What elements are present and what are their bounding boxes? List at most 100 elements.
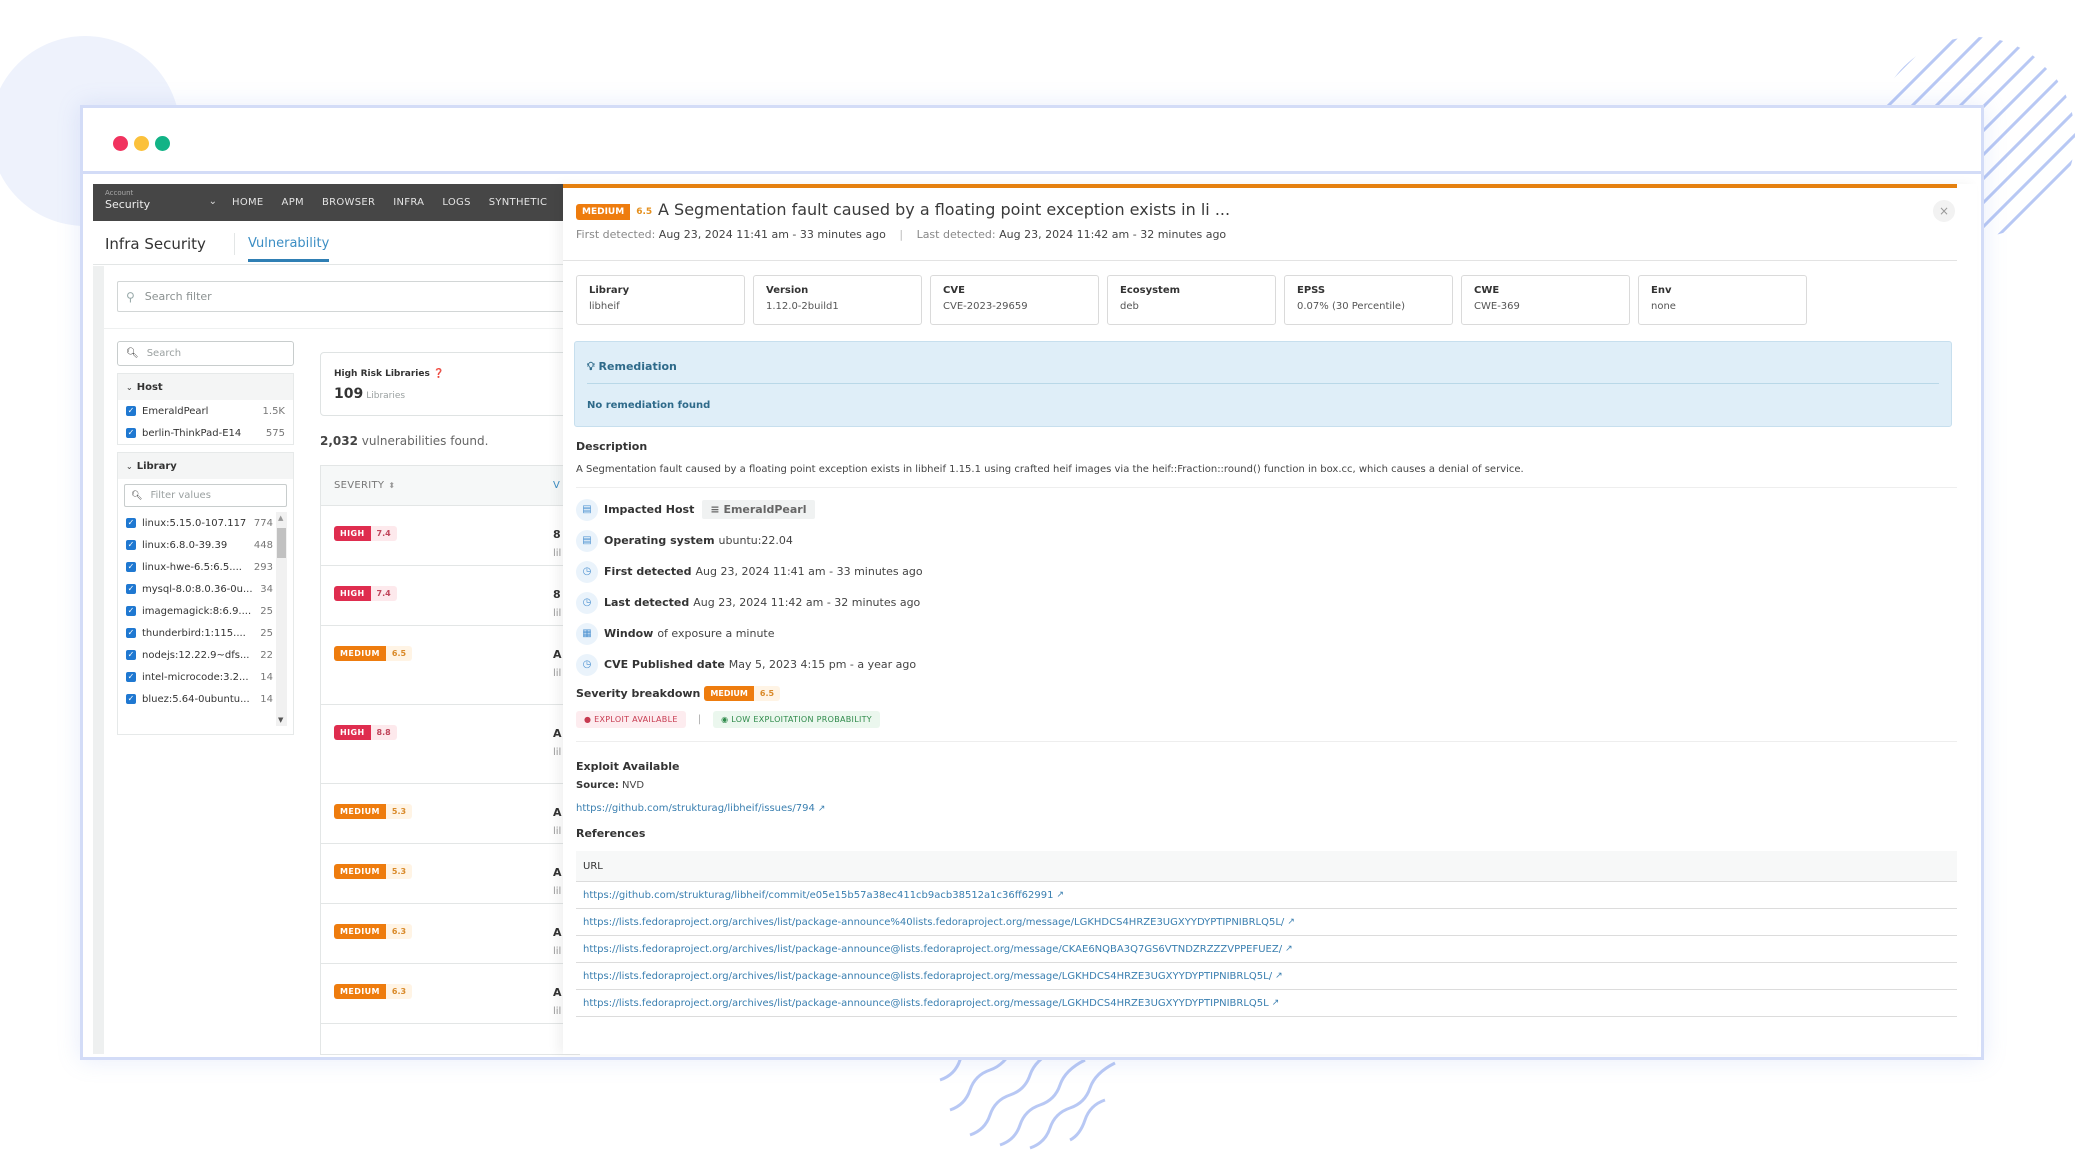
facet-item[interactable]: ✓ linux-hwe-6.5:6.5.... 293 bbox=[118, 556, 293, 578]
facet-item[interactable]: ✓ intel-microcode:3.2... 14 bbox=[118, 666, 293, 688]
severity-score: 6.5 bbox=[636, 207, 653, 217]
divider bbox=[587, 383, 1939, 384]
host-name[interactable]: EmeraldPearl bbox=[723, 503, 806, 516]
facet-group-host-toggle[interactable]: ⌄ Host bbox=[118, 374, 293, 400]
nav-synthetic[interactable]: SYNTHETIC bbox=[480, 197, 557, 208]
severity-badge: MEDIUM 6.5 bbox=[576, 204, 658, 220]
facet-item-name: imagemagick:8:6.9.... bbox=[142, 605, 252, 617]
table-row[interactable]: MEDIUM 6.3 Alil bbox=[321, 964, 579, 1024]
checkbox-checked[interactable]: ✓ bbox=[126, 650, 136, 660]
nav-infra[interactable]: INFRA bbox=[384, 197, 433, 208]
table-row[interactable]: MEDIUM 5.3 Alil bbox=[321, 784, 579, 844]
facet-item[interactable]: ✓ bluez:5.64-0ubuntu... 14 bbox=[118, 688, 293, 710]
browser-window: Account Security ⌄ HOME APM BROWSER INFR… bbox=[80, 105, 1984, 1060]
nav-home[interactable]: HOME bbox=[223, 197, 273, 208]
minimize-window-dot[interactable] bbox=[134, 136, 149, 151]
attribute-value: none bbox=[1651, 301, 1676, 312]
facet-item[interactable]: ✓ imagemagick:8:6.9.... 25 bbox=[118, 600, 293, 622]
checkbox-checked[interactable]: ✓ bbox=[126, 562, 136, 572]
checkbox-checked[interactable]: ✓ bbox=[126, 672, 136, 682]
severity-label: MEDIUM bbox=[334, 984, 386, 999]
facet-item[interactable]: ✓ mysql-8.0:8.0.36-0u... 34 bbox=[118, 578, 293, 600]
facet-item-count: 14 bbox=[260, 693, 273, 705]
attribute-value: 0.07% (30 Percentile) bbox=[1297, 301, 1405, 312]
exploit-link[interactable]: https://github.com/strukturag/libheif/is… bbox=[576, 803, 825, 814]
vulnerability-metadata: ▤ Impacted Host ≡ EmeraldPearl ▤ Operating s… bbox=[576, 494, 923, 680]
external-link-icon: ↗ bbox=[1275, 971, 1283, 981]
search-filter-input[interactable]: ⚲ Search filter bbox=[117, 281, 577, 312]
reference-link[interactable]: https://lists.fedoraproject.org/archives… bbox=[583, 944, 1282, 955]
checkbox-checked[interactable]: ✓ bbox=[126, 584, 136, 594]
reference-row[interactable]: https://lists.fedoraproject.org/archives… bbox=[576, 990, 1957, 1017]
table-row[interactable]: MEDIUM 6.5 Alil bbox=[321, 626, 579, 705]
host-link-chip[interactable]: ≡ EmeraldPearl bbox=[702, 500, 815, 519]
checkbox-checked[interactable]: ✓ bbox=[126, 628, 136, 638]
attribute-key: Env bbox=[1651, 285, 1672, 296]
nav-logs[interactable]: LOGS bbox=[433, 197, 479, 208]
facet-search-input[interactable]: 🔍︎ Search bbox=[117, 341, 294, 366]
checkbox-checked[interactable]: ✓ bbox=[126, 518, 136, 528]
exploit-link-text[interactable]: https://github.com/strukturag/libheif/is… bbox=[576, 803, 815, 814]
checkbox-checked[interactable]: ✓ bbox=[126, 606, 136, 616]
facet-item-name: bluez:5.64-0ubuntu... bbox=[142, 693, 250, 705]
search-icon: 🔍︎ bbox=[126, 348, 139, 359]
facet-item[interactable]: ✓ EmeraldPearl 1.5K bbox=[118, 400, 293, 422]
table-row[interactable]: MEDIUM 5.3 Alil bbox=[321, 844, 579, 904]
facet-item[interactable]: ✓ berlin-ThinkPad-E14 575 bbox=[118, 422, 293, 444]
sort-icon[interactable]: ⬍ bbox=[388, 481, 395, 490]
attribute-value: CWE-369 bbox=[1474, 301, 1520, 312]
close-window-dot[interactable] bbox=[113, 136, 128, 151]
checkbox-checked[interactable]: ✓ bbox=[126, 540, 136, 550]
reference-row[interactable]: https://lists.fedoraproject.org/archives… bbox=[576, 909, 1957, 936]
help-icon[interactable]: ❓ bbox=[433, 369, 444, 379]
page-title: Infra Security bbox=[105, 235, 206, 253]
table-row[interactable]: MEDIUM 6.3 Alil bbox=[321, 904, 579, 964]
exploit-available-chip: ● EXPLOIT AVAILABLE bbox=[576, 711, 686, 728]
account-selector[interactable]: Account Security ⌄ bbox=[93, 184, 223, 221]
page-subheader: Infra Security Vulnerability bbox=[93, 221, 563, 265]
external-link-icon: ↗ bbox=[1287, 917, 1295, 927]
library-name-truncated: lil bbox=[553, 826, 562, 837]
severity-score: 5.3 bbox=[385, 804, 413, 819]
checkbox-checked[interactable]: ✓ bbox=[126, 406, 136, 416]
severity-label: HIGH bbox=[334, 725, 371, 740]
reference-link[interactable]: https://lists.fedoraproject.org/archives… bbox=[583, 998, 1269, 1009]
column-header-severity[interactable]: SEVERITY bbox=[334, 480, 384, 491]
main-content: ⚲ Search filter 🔍︎ Search ⌄ Host ✓ Emera… bbox=[93, 266, 580, 1055]
references-table: URL https://github.com/strukturag/libhei… bbox=[576, 851, 1957, 1017]
checkbox-checked[interactable]: ✓ bbox=[126, 694, 136, 704]
filter-values-input[interactable]: 🔍︎ Filter values bbox=[124, 484, 287, 507]
tab-vulnerability[interactable]: Vulnerability bbox=[248, 236, 330, 262]
checkbox-checked[interactable]: ✓ bbox=[126, 428, 136, 438]
severity-breakdown-label: Severity breakdown bbox=[576, 687, 701, 700]
facet-item[interactable]: ✓ linux:6.8.0-39.39 448 bbox=[118, 534, 293, 556]
scrollbar-thumb[interactable] bbox=[277, 528, 286, 558]
nav-browser[interactable]: BROWSER bbox=[313, 197, 384, 208]
facet-group-library-toggle[interactable]: ⌄ Library bbox=[118, 453, 293, 479]
table-row[interactable]: HIGH 8.8 Alil bbox=[321, 705, 579, 784]
close-button[interactable]: × bbox=[1933, 200, 1955, 222]
attribute-card-cve: CVE CVE-2023-29659 bbox=[930, 275, 1099, 325]
table-row[interactable]: HIGH 7.4 8 lil bbox=[321, 506, 579, 566]
facet-item[interactable]: ✓ nodejs:12.22.9~dfs... 22 bbox=[118, 644, 293, 666]
reference-link[interactable]: https://lists.fedoraproject.org/archives… bbox=[583, 917, 1284, 928]
exploit-chip-text: EXPLOIT AVAILABLE bbox=[594, 715, 678, 724]
scroll-down-arrow-icon[interactable]: ▼ bbox=[278, 716, 283, 724]
facet-item-count: 25 bbox=[260, 627, 273, 639]
column-header-vulnerability[interactable]: V bbox=[553, 480, 560, 491]
reference-link[interactable]: https://github.com/strukturag/libheif/co… bbox=[583, 890, 1053, 901]
nav-apm[interactable]: APM bbox=[273, 197, 313, 208]
maximize-window-dot[interactable] bbox=[155, 136, 170, 151]
facet-item[interactable]: ✓ thunderbird:1:115.... 25 bbox=[118, 622, 293, 644]
library-list-scrollbar[interactable]: ▲ ▼ bbox=[276, 512, 287, 726]
reference-row[interactable]: https://github.com/strukturag/libheif/co… bbox=[576, 882, 1957, 909]
scroll-up-arrow-icon[interactable]: ▲ bbox=[278, 514, 283, 522]
reference-row[interactable]: https://lists.fedoraproject.org/archives… bbox=[576, 936, 1957, 963]
facet-item-count: 1.5K bbox=[262, 405, 285, 417]
reference-row[interactable]: https://lists.fedoraproject.org/archives… bbox=[576, 963, 1957, 990]
facet-item[interactable]: ✓ linux:5.15.0-107.117 774 bbox=[118, 512, 293, 534]
reference-link[interactable]: https://lists.fedoraproject.org/archives… bbox=[583, 971, 1272, 982]
exploitation-probability-chip: ◉ LOW EXPLOITATION PROBABILITY bbox=[713, 711, 880, 728]
table-row[interactable]: HIGH 7.4 8 lil bbox=[321, 566, 579, 626]
lightbulb-icon: 💡︎ bbox=[587, 360, 595, 373]
